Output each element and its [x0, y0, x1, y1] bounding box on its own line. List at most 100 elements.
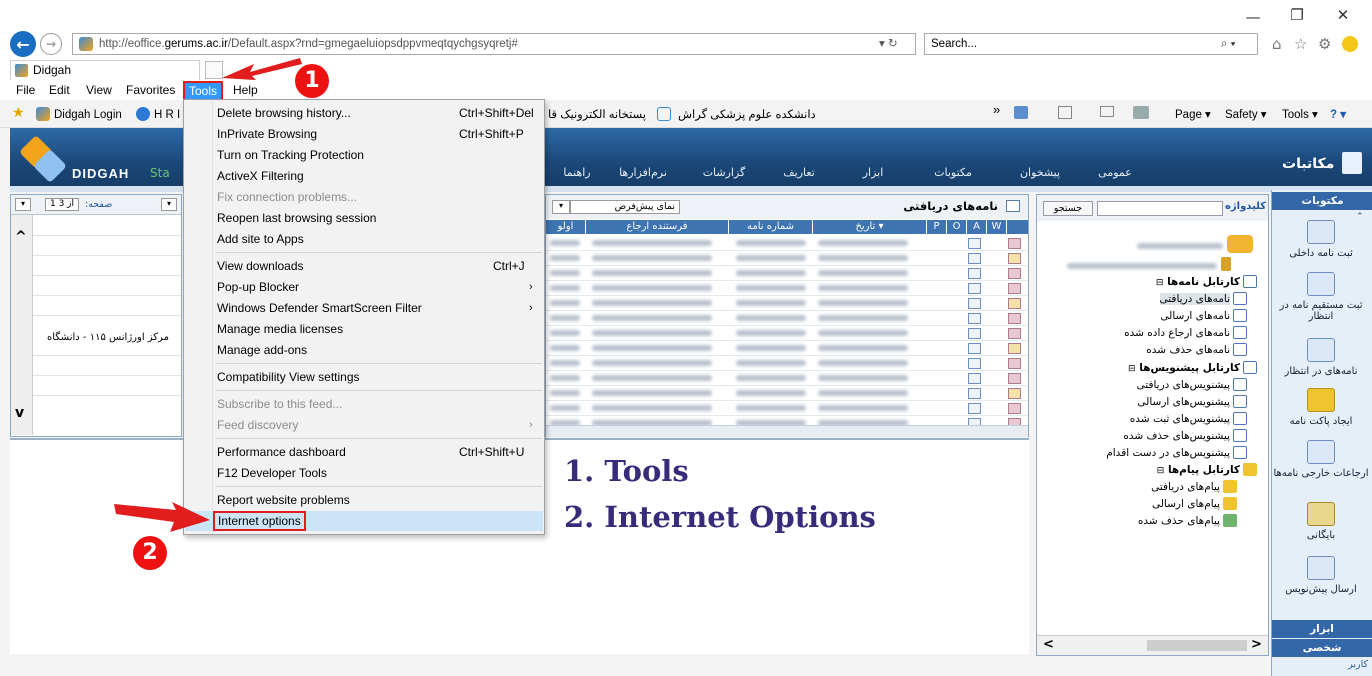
menu-tools[interactable]: Tools	[183, 81, 224, 101]
table-row[interactable]	[546, 295, 1028, 311]
table-row[interactable]	[546, 310, 1028, 326]
minimize-button[interactable]: —	[1236, 8, 1270, 26]
tab-letters[interactable]: مکتوبات	[928, 166, 978, 179]
tab-help[interactable]: راهنما	[552, 166, 602, 179]
tools-menu-item-add-site-to-apps[interactable]: Add site to Apps	[185, 229, 543, 249]
tools-menu-item-windows-defender-smartscreen-filter[interactable]: Windows Defender SmartScreen Filter ›	[185, 298, 543, 318]
tab-tools[interactable]: ابزار	[848, 166, 898, 179]
tab-general[interactable]: عمومی	[1090, 166, 1140, 179]
scroll-up-icon[interactable]: ^	[15, 229, 27, 245]
tools-menu-item-delete-browsing-history[interactable]: Delete browsing history... Ctrl+Shift+Del	[185, 103, 543, 123]
tree-letters-folder[interactable]: کارتابل نامه‌ها ⊟	[1057, 275, 1257, 288]
browser-tab[interactable]: Didgah	[10, 60, 200, 80]
tree-drafts-in-progress[interactable]: پیشنویس‌های در دست اقدام	[1039, 446, 1247, 459]
tree-messages-folder[interactable]: کارتابل پیام‌ها ⊟	[1057, 463, 1257, 476]
scroll-down-icon[interactable]: v	[15, 405, 24, 421]
tools-menu-item-activex-filtering[interactable]: ActiveX Filtering	[185, 166, 543, 186]
chevron-down-icon[interactable]: ▾	[552, 200, 570, 214]
scroll-thumb[interactable]	[1147, 640, 1247, 651]
table-row[interactable]	[546, 325, 1028, 341]
fav-didgah-login[interactable]: Didgah Login	[36, 107, 122, 121]
tree-drafts-sent[interactable]: پیشنویس‌های ارسالی	[1057, 395, 1247, 408]
col-w[interactable]: W	[987, 220, 1007, 234]
tab-reports[interactable]: گزارشات	[694, 166, 754, 179]
keyword-input[interactable]	[1097, 201, 1223, 216]
fav-gerash[interactable]: دانشکده علوم پزشکی گراش	[678, 107, 816, 121]
horizontal-scrollbar[interactable]	[546, 425, 1028, 437]
url-field[interactable]: http://eoffice.gerums.ac.ir/Default.aspx…	[72, 33, 916, 55]
tree-messages-deleted[interactable]: پیام‌های حذف شده	[1057, 514, 1237, 527]
view-select[interactable]: نمای پیش‌فرض	[570, 200, 680, 214]
tools-menu-item-manage-media-licenses[interactable]: Manage media licenses	[185, 319, 543, 339]
tree-horizontal-scrollbar[interactable]: < >	[1037, 635, 1268, 655]
restore-button[interactable]: ❐	[1280, 6, 1314, 24]
tools-menu-item-performance-dashboard[interactable]: Performance dashboard Ctrl+Shift+U	[185, 442, 543, 462]
col-number[interactable]: شماره نامه	[729, 220, 813, 234]
tree-letters-forwarded[interactable]: نامه‌های ارجاع داده شده	[1057, 326, 1247, 339]
favorites-overflow[interactable]: »	[993, 102, 1000, 117]
tree-letters-received[interactable]: نامه‌های دریافتی	[1057, 292, 1247, 305]
search-icon[interactable]: ⌕ ▾	[1221, 34, 1235, 54]
page-select[interactable]: 1 از 3	[45, 198, 79, 211]
safety-menu[interactable]: Safety ▾	[1225, 107, 1267, 121]
table-row[interactable]	[546, 265, 1028, 281]
tree-letters-sent[interactable]: نامه‌های ارسالی	[1057, 309, 1247, 322]
forward-arrow-icon[interactable]: →	[40, 33, 62, 55]
tools-menu-item-f12-developer-tools[interactable]: F12 Developer Tools	[185, 463, 543, 483]
sidebar-item-internal-letter[interactable]: ثبت نامه داخلی	[1272, 220, 1370, 259]
print-icon[interactable]	[1133, 106, 1149, 119]
chevron-down-icon[interactable]: ▾	[15, 198, 31, 211]
col-date[interactable]: تاریخ ▾	[813, 220, 927, 234]
sidebar-tools[interactable]: ابزار	[1272, 620, 1372, 638]
tab-dashboard[interactable]: پیشخوان	[1015, 166, 1065, 179]
tools-menu-item-internet-options[interactable]: Internet options	[185, 511, 543, 531]
col-o[interactable]: O	[947, 220, 967, 234]
sidebar-item-archive[interactable]: بایگانی	[1272, 502, 1370, 541]
chevron-down-icon[interactable]: ▾	[161, 198, 177, 211]
tab-definitions[interactable]: تعاریف	[774, 166, 824, 179]
menu-edit[interactable]: Edit	[49, 83, 70, 97]
gear-icon[interactable]: ⚙	[1318, 35, 1331, 53]
tools-menu-item-view-downloads[interactable]: View downloads Ctrl+J	[185, 256, 543, 276]
sidebar-item-direct-register[interactable]: ثبت مستقیم نامه در انتظار	[1272, 272, 1370, 322]
search-input[interactable]: Search... ⌕ ▾	[924, 33, 1258, 55]
menu-file[interactable]: File	[16, 83, 35, 97]
table-row[interactable]	[546, 385, 1028, 401]
favorites-star-icon[interactable]: ☆	[1294, 35, 1307, 53]
fav-pastkhane[interactable]: پستخانه الکترونیک قا	[548, 107, 646, 121]
table-row[interactable]	[546, 235, 1028, 251]
tools-menu-item-manage-add-ons[interactable]: Manage add-ons	[185, 340, 543, 360]
tools-menu-item-report-website-problems[interactable]: Report website problems	[185, 490, 543, 510]
col-p[interactable]: P	[927, 220, 947, 234]
mail-icon[interactable]	[1100, 106, 1114, 117]
close-button[interactable]: ✕	[1326, 6, 1360, 24]
tree-messages-sent[interactable]: پیام‌های ارسالی	[1057, 497, 1237, 510]
table-row[interactable]	[546, 370, 1028, 386]
scrollbar[interactable]: ^ v	[11, 215, 33, 435]
table-row[interactable]	[546, 340, 1028, 356]
fav-hri[interactable]: H R I	[136, 107, 180, 121]
scroll-right-icon[interactable]: >	[1251, 637, 1262, 652]
page-menu[interactable]: Page ▾	[1175, 107, 1211, 121]
tree-drafts-folder[interactable]: کارتابل پیشنویس‌ها ⊟	[1057, 361, 1257, 374]
tree-drafts-registered[interactable]: پیشنویس‌های ثبت شده	[1057, 412, 1247, 425]
menu-view[interactable]: View	[86, 83, 112, 97]
tree-letters-deleted[interactable]: نامه‌های حذف شده	[1057, 343, 1247, 356]
col-sender[interactable]: فرستنده ارجاع	[586, 220, 729, 234]
feeds-icon[interactable]	[1058, 106, 1072, 119]
tab-software[interactable]: نرم‌افزارها	[608, 166, 678, 179]
tools-menu-item-reopen-last-browsing-session[interactable]: Reopen last browsing session	[185, 208, 543, 228]
tree-drafts-deleted[interactable]: پیشنویس‌های حذف شده	[1057, 429, 1247, 442]
sidebar-personal[interactable]: شخصی	[1272, 639, 1372, 657]
tools-menu-item-inprivate-browsing[interactable]: InPrivate Browsing Ctrl+Shift+P	[185, 124, 543, 144]
smiley-feedback-icon[interactable]	[1342, 36, 1358, 52]
tree-messages-received[interactable]: پیام‌های دریافتی	[1057, 480, 1237, 493]
back-arrow-icon[interactable]: ←	[10, 31, 36, 57]
refresh-icon[interactable]: ▾ ↻	[879, 34, 898, 54]
sidebar-item-pending[interactable]: نامه‌های در انتظار	[1272, 338, 1370, 377]
tools-command-menu[interactable]: Tools ▾	[1282, 107, 1318, 121]
col-priority[interactable]: اولو	[546, 220, 586, 234]
tree-drafts-received[interactable]: پیشنویس‌های دریافتی	[1057, 378, 1247, 391]
scroll-left-icon[interactable]: <	[1043, 637, 1054, 652]
menu-favorites[interactable]: Favorites	[126, 83, 175, 97]
